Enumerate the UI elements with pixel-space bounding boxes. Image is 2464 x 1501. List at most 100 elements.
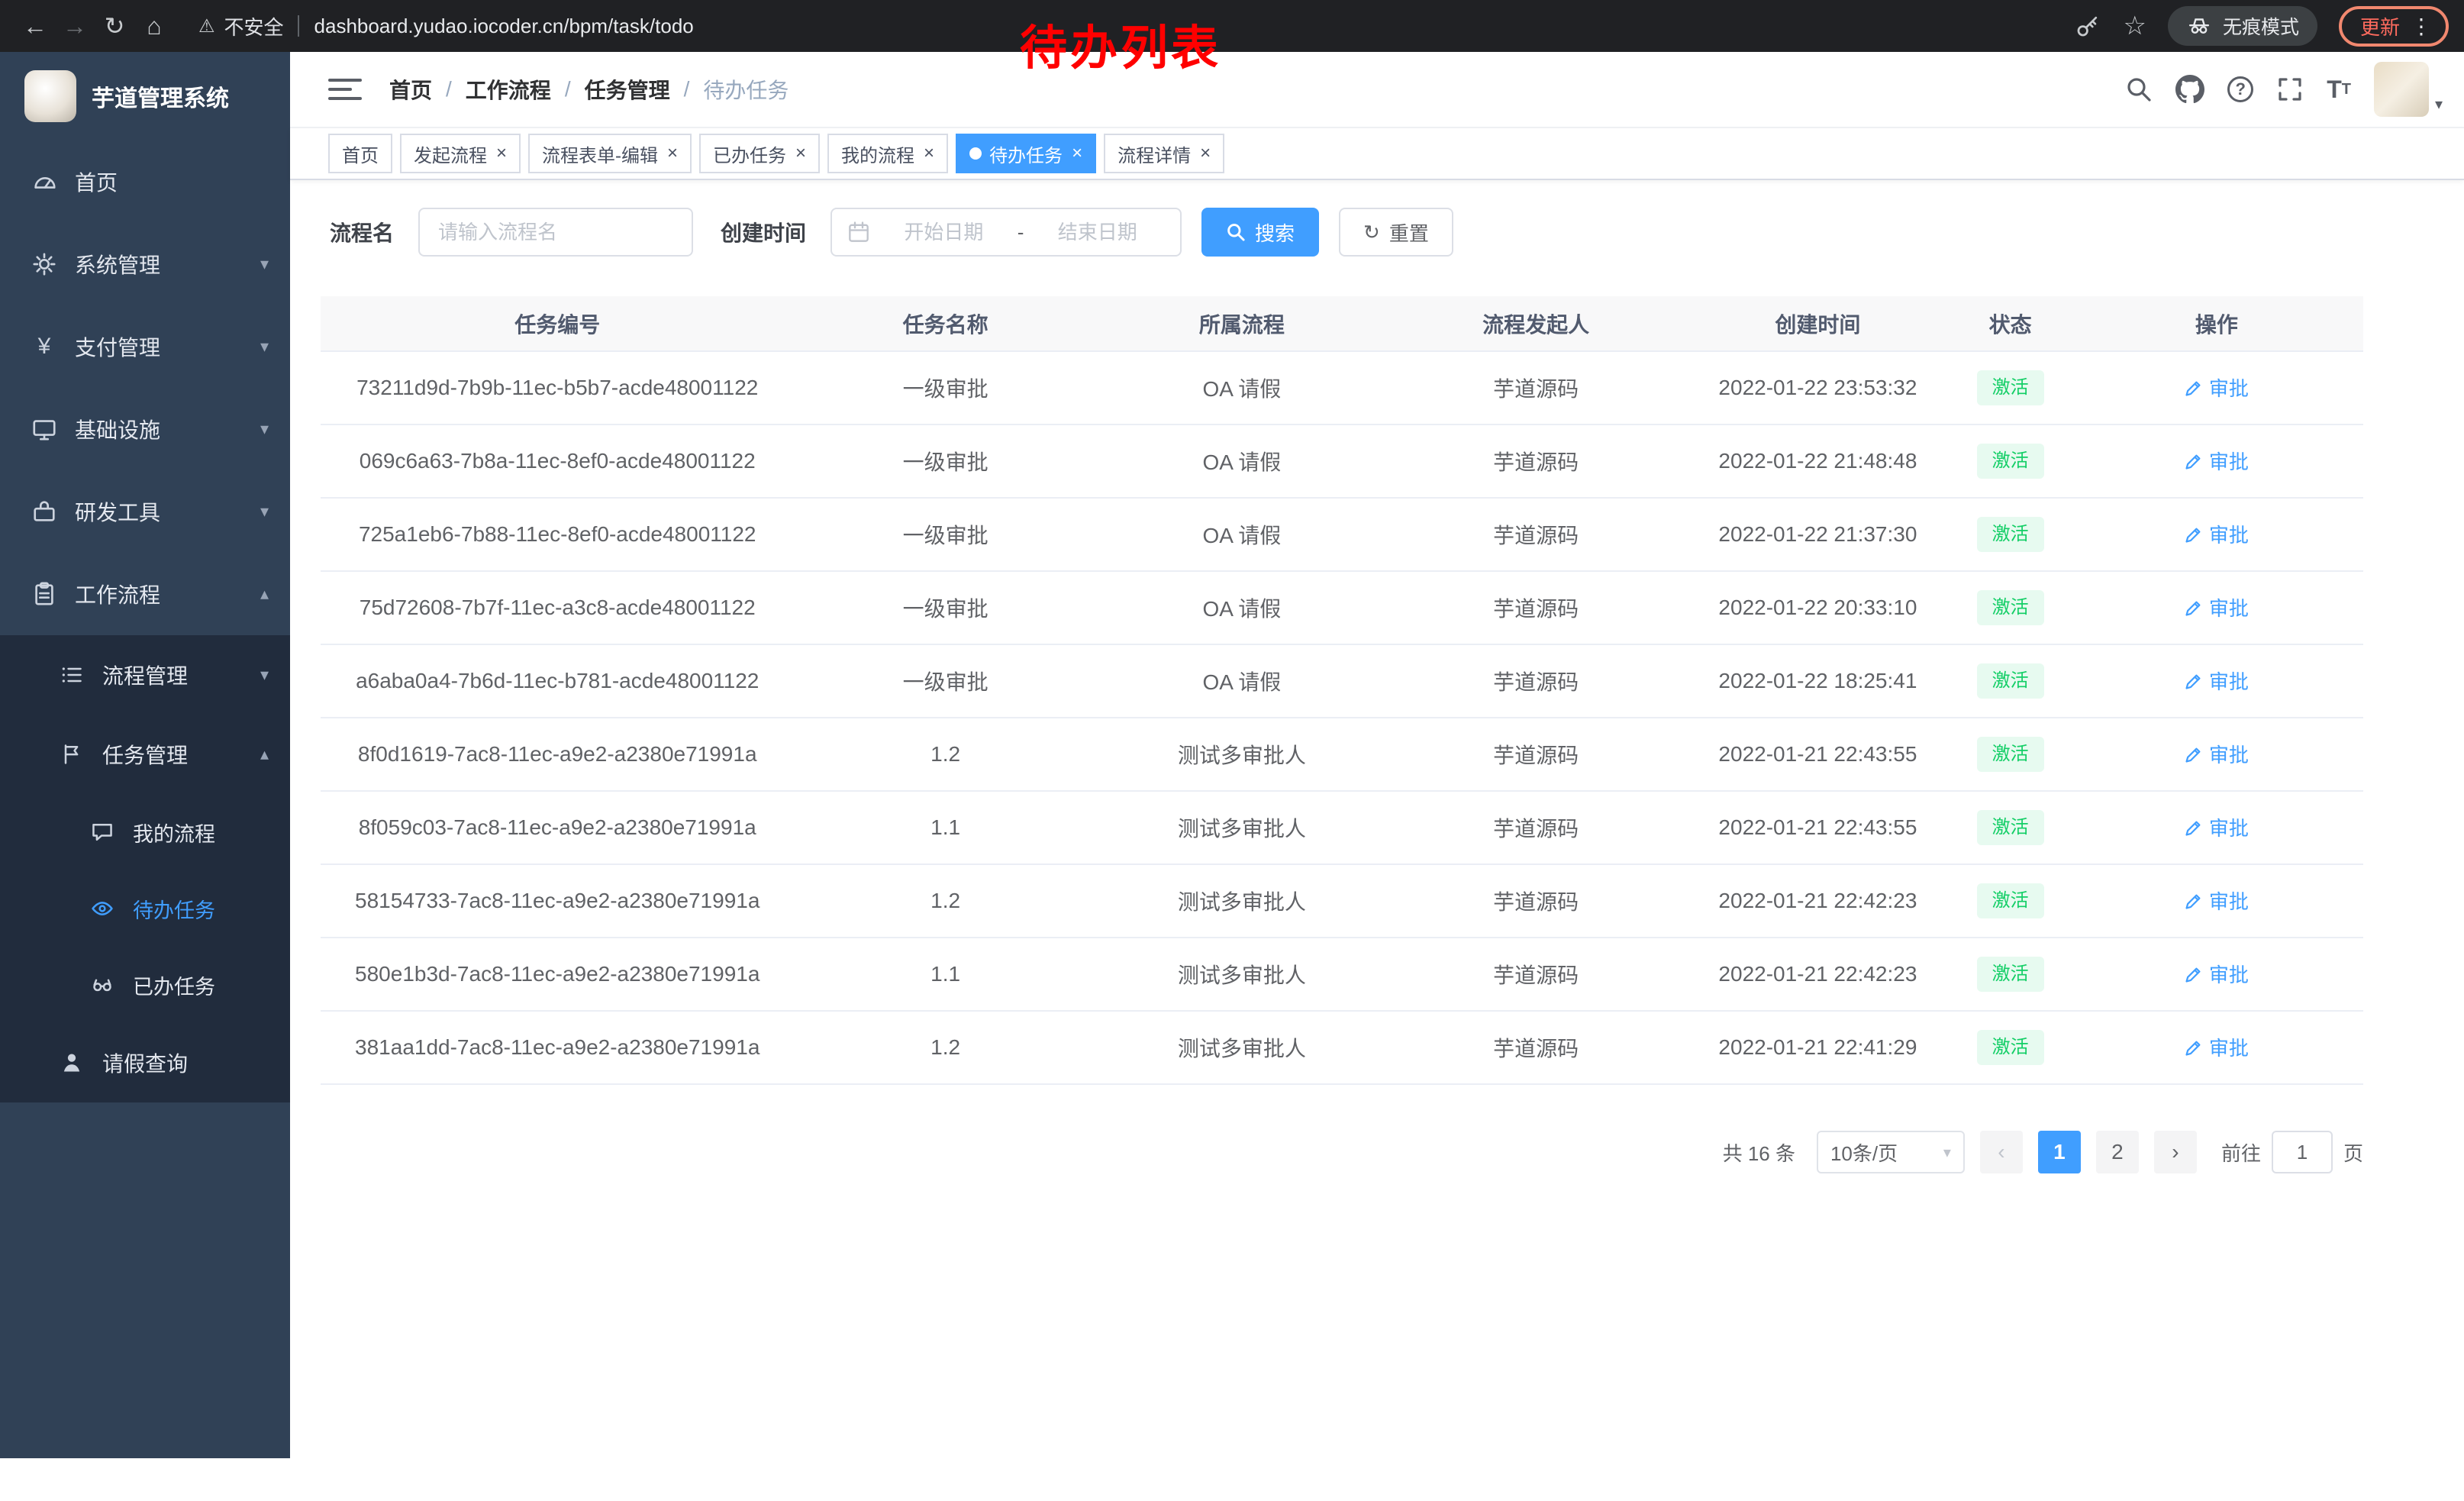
chrome-update-button[interactable]: 更新 ⋮ bbox=[2339, 6, 2449, 47]
breadcrumb-task-management[interactable]: 任务管理 bbox=[585, 74, 670, 105]
sidebar-item-leave-query[interactable]: 请假查询 bbox=[0, 1023, 290, 1102]
tab-done-tasks[interactable]: 已办任务× bbox=[699, 134, 820, 173]
start-date-input[interactable] bbox=[876, 221, 1011, 244]
sidebar-item-done-tasks[interactable]: 已办任务 bbox=[0, 947, 290, 1023]
sidebar-item-devtools[interactable]: 研发工具 ▾ bbox=[0, 470, 290, 553]
sidebar-item-payment[interactable]: ¥ 支付管理 ▾ bbox=[0, 305, 290, 388]
cell-starter: 芋道源码 bbox=[1387, 498, 1685, 571]
password-key-icon[interactable] bbox=[2074, 12, 2101, 40]
close-icon[interactable]: × bbox=[924, 144, 934, 163]
tab-todo-tasks[interactable]: 待办任务× bbox=[956, 134, 1096, 173]
approve-link[interactable]: 审批 bbox=[2185, 960, 2249, 988]
sidebar-item-label: 支付管理 bbox=[75, 331, 160, 362]
close-icon[interactable]: × bbox=[496, 144, 507, 163]
page-button-1[interactable]: 1 bbox=[2038, 1131, 2081, 1173]
approve-link[interactable]: 审批 bbox=[2185, 813, 2249, 841]
approve-link[interactable]: 审批 bbox=[2185, 740, 2249, 768]
clipboard-icon bbox=[31, 580, 58, 608]
caret-down-icon: ▾ bbox=[2435, 95, 2443, 117]
search-button[interactable]: 搜索 bbox=[1201, 208, 1319, 257]
tab-my-process[interactable]: 我的流程× bbox=[827, 134, 948, 173]
logo[interactable]: 芋道管理系统 bbox=[0, 52, 290, 140]
prev-page-button[interactable]: ‹ bbox=[1980, 1131, 2023, 1173]
sidebar-item-todo-tasks[interactable]: 待办任务 bbox=[0, 870, 290, 947]
close-icon[interactable]: × bbox=[795, 144, 806, 163]
pencil-icon bbox=[2185, 892, 2203, 910]
page-size-select[interactable]: 10条/页 ▾ bbox=[1817, 1131, 1965, 1173]
table-row: 381aa1dd-7ac8-11ec-a9e2-a2380e71991a 1.2… bbox=[321, 1011, 2363, 1084]
cell-process: 测试多审批人 bbox=[1097, 718, 1387, 791]
breadcrumb-home[interactable]: 首页 bbox=[389, 74, 432, 105]
font-size-icon[interactable]: TT bbox=[2327, 76, 2351, 104]
list-icon bbox=[58, 661, 85, 689]
incognito-icon bbox=[2186, 13, 2212, 39]
address-bar[interactable]: ⚠ 不安全 dashboard.yudao.iocoder.cn/bpm/tas… bbox=[198, 12, 694, 40]
tab-process-detail[interactable]: 流程详情× bbox=[1104, 134, 1224, 173]
tab-start-process[interactable]: 发起流程× bbox=[400, 134, 521, 173]
goto-page-input[interactable] bbox=[2272, 1131, 2333, 1173]
chevron-down-icon: ▾ bbox=[260, 337, 269, 357]
browser-back-icon[interactable]: ← bbox=[15, 6, 55, 46]
table-header-row: 任务编号 任务名称 所属流程 流程发起人 创建时间 状态 操作 bbox=[321, 296, 2363, 351]
status-badge: 激活 bbox=[1977, 663, 2044, 699]
search-icon[interactable] bbox=[2125, 76, 2153, 103]
approve-link[interactable]: 审批 bbox=[2185, 593, 2249, 621]
sidebar-collapse-icon[interactable] bbox=[328, 76, 362, 103]
navbar-actions: ? TT ▾ bbox=[2125, 62, 2443, 117]
cell-task-name: 1.2 bbox=[794, 718, 1096, 791]
cell-create-time: 2022-01-21 22:43:55 bbox=[1685, 791, 1950, 864]
main-area: 首页 / 工作流程 / 任务管理 / 待办任务 ? bbox=[290, 52, 2464, 1458]
sidebar-item-my-process[interactable]: 我的流程 bbox=[0, 794, 290, 870]
approve-link[interactable]: 审批 bbox=[2185, 373, 2249, 402]
github-icon[interactable] bbox=[2175, 75, 2204, 104]
approve-link[interactable]: 审批 bbox=[2185, 886, 2249, 915]
table-row: 58154733-7ac8-11ec-a9e2-a2380e71991a 1.2… bbox=[321, 864, 2363, 938]
page-button-2[interactable]: 2 bbox=[2096, 1131, 2139, 1173]
fullscreen-icon[interactable] bbox=[2276, 76, 2304, 103]
cell-action: 审批 bbox=[2070, 424, 2363, 498]
browser-forward-icon[interactable]: → bbox=[55, 6, 95, 46]
cell-create-time: 2022-01-21 22:42:23 bbox=[1685, 938, 1950, 1011]
sidebar-item-workflow[interactable]: 工作流程 ▴ bbox=[0, 553, 290, 635]
col-task-id: 任务编号 bbox=[321, 296, 794, 351]
tab-home[interactable]: 首页 bbox=[328, 134, 392, 173]
cell-task-id: 8f0d1619-7ac8-11ec-a9e2-a2380e71991a bbox=[321, 718, 794, 791]
cell-create-time: 2022-01-21 22:42:23 bbox=[1685, 864, 1950, 938]
approve-link[interactable]: 审批 bbox=[2185, 1033, 2249, 1061]
sidebar-item-task-management[interactable]: 任务管理 ▴ bbox=[0, 715, 290, 794]
cell-starter: 芋道源码 bbox=[1387, 791, 1685, 864]
bookmark-star-icon[interactable]: ☆ bbox=[2123, 11, 2146, 41]
date-range-picker[interactable]: - bbox=[830, 208, 1182, 257]
next-page-button[interactable]: › bbox=[2154, 1131, 2197, 1173]
close-icon[interactable]: × bbox=[667, 144, 678, 163]
sidebar-item-label: 基础设施 bbox=[75, 414, 160, 444]
approve-link[interactable]: 审批 bbox=[2185, 447, 2249, 475]
chevron-down-icon: ▾ bbox=[260, 665, 269, 685]
close-icon[interactable]: × bbox=[1072, 144, 1082, 163]
process-name-input[interactable] bbox=[418, 208, 693, 257]
breadcrumb-workflow[interactable]: 工作流程 bbox=[466, 74, 551, 105]
browser-reload-icon[interactable]: ↻ bbox=[95, 6, 134, 46]
pencil-icon bbox=[2185, 452, 2203, 470]
browser-menu-icon[interactable]: ⋮ bbox=[2411, 14, 2432, 39]
close-icon[interactable]: × bbox=[1200, 144, 1211, 163]
tab-form-edit[interactable]: 流程表单-编辑× bbox=[528, 134, 692, 173]
pencil-icon bbox=[2185, 818, 2203, 837]
end-date-input[interactable] bbox=[1030, 221, 1165, 244]
cell-task-id: 8f059c03-7ac8-11ec-a9e2-a2380e71991a bbox=[321, 791, 794, 864]
approve-link[interactable]: 审批 bbox=[2185, 520, 2249, 548]
reset-button[interactable]: ↻ 重置 bbox=[1339, 208, 1453, 257]
browser-chrome: ← → ↻ ⌂ ⚠ 不安全 dashboard.yudao.iocoder.cn… bbox=[0, 0, 2464, 52]
help-icon[interactable]: ? bbox=[2227, 76, 2253, 102]
table-row: 75d72608-7b7f-11ec-a3c8-acde48001122 一级审… bbox=[321, 571, 2363, 644]
cell-process: OA 请假 bbox=[1097, 571, 1387, 644]
approve-link[interactable]: 审批 bbox=[2185, 667, 2249, 695]
avatar[interactable] bbox=[2374, 62, 2429, 117]
user-menu[interactable]: ▾ bbox=[2374, 62, 2443, 117]
sidebar-item-process-management[interactable]: 流程管理 ▾ bbox=[0, 635, 290, 715]
browser-home-icon[interactable]: ⌂ bbox=[134, 6, 174, 46]
sidebar-item-system[interactable]: 系统管理 ▾ bbox=[0, 223, 290, 305]
sidebar-item-infrastructure[interactable]: 基础设施 ▾ bbox=[0, 388, 290, 470]
sidebar-item-home[interactable]: 首页 bbox=[0, 140, 290, 223]
cell-create-time: 2022-01-21 22:41:29 bbox=[1685, 1011, 1950, 1084]
